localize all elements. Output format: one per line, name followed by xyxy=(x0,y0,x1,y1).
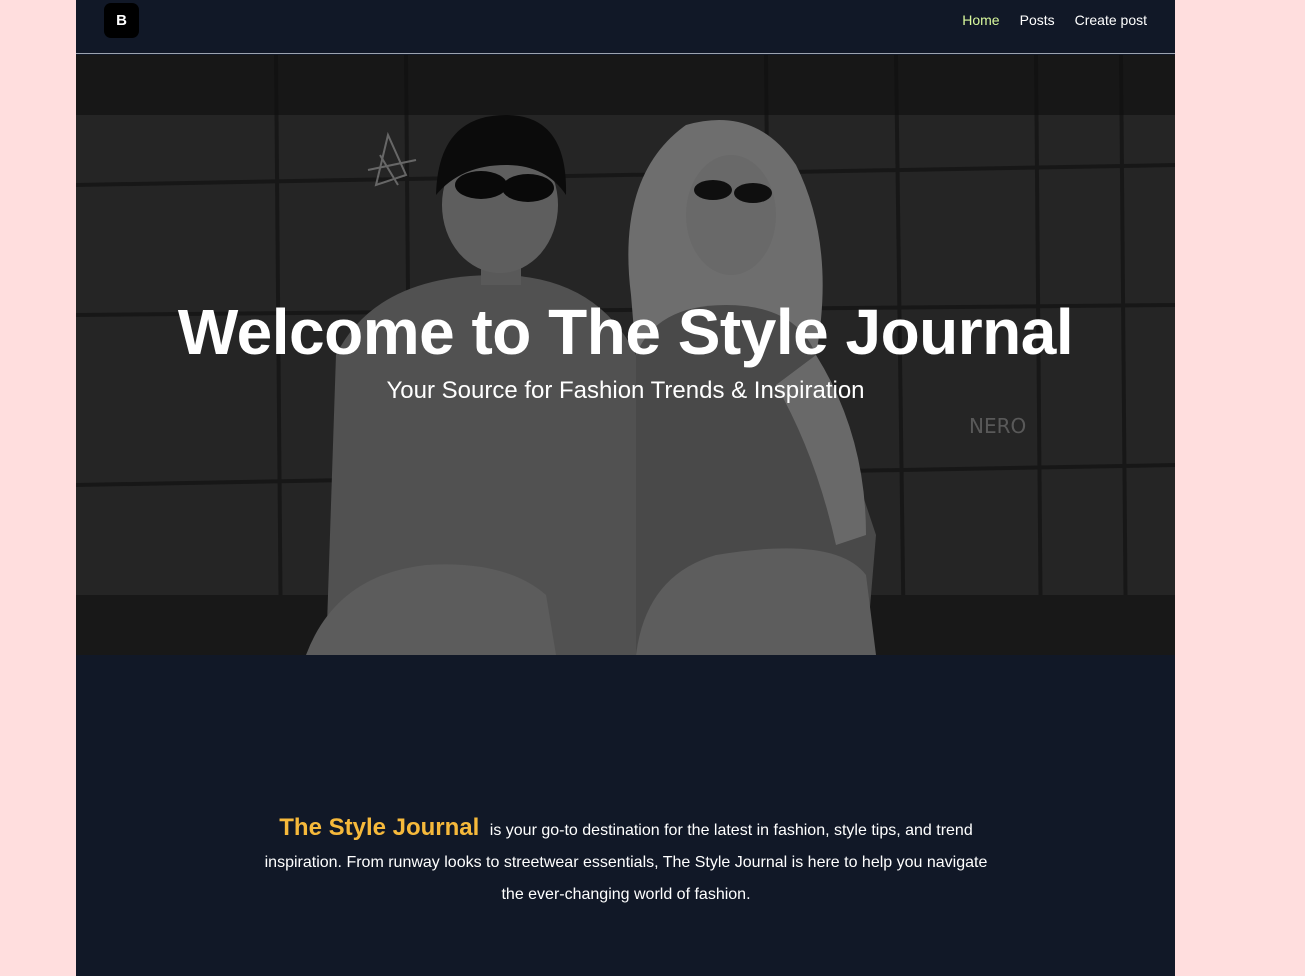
logo[interactable]: B xyxy=(104,3,139,38)
nav-link-home[interactable]: Home xyxy=(962,12,999,28)
hero: NERO Welcome to The Style Journal Your S… xyxy=(76,55,1175,655)
nav-links: Home Posts Create post xyxy=(962,12,1147,28)
navbar: B Home Posts Create post xyxy=(76,0,1175,54)
page: B Home Posts Create post NERO Welcome to… xyxy=(76,0,1175,976)
nav-link-posts[interactable]: Posts xyxy=(1020,12,1055,28)
hero-subtitle: Your Source for Fashion Trends & Inspira… xyxy=(386,377,865,404)
nav-link-create-post[interactable]: Create post xyxy=(1075,12,1147,28)
brand-name: The Style Journal xyxy=(279,814,480,841)
about-section: The Style Journal is your go-to destinat… xyxy=(256,812,996,911)
hero-title: Welcome to The Style Journal xyxy=(177,296,1074,368)
